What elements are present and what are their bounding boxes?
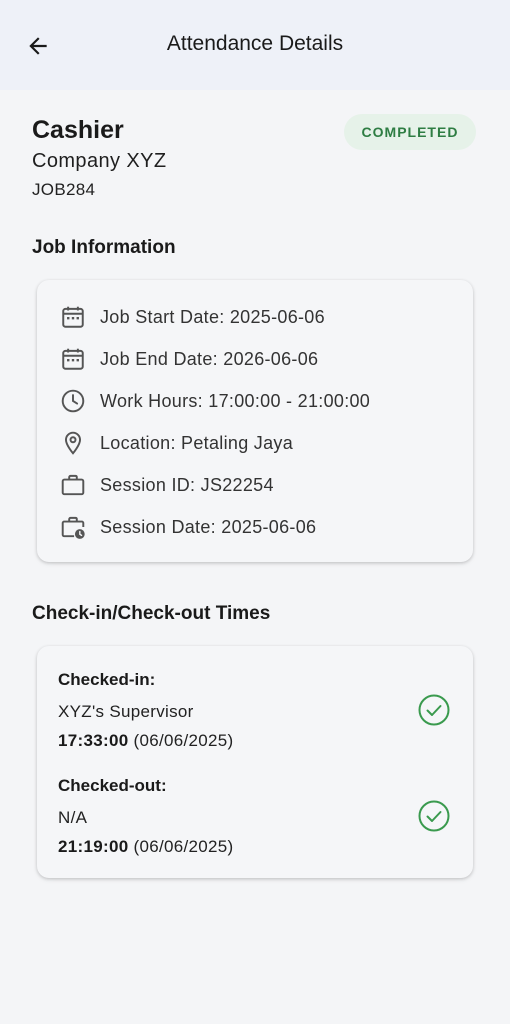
checked-out-date: (06/06/2025) <box>133 837 234 856</box>
work-hours-row: Work Hours: 17:00:00 - 21:00:00 <box>59 385 370 417</box>
calendar-icon <box>59 345 87 373</box>
job-start-date-row: Job Start Date: 2025-06-06 <box>59 301 325 333</box>
session-id-row: Session ID: JS22254 <box>59 469 274 501</box>
location-row: Location: Petaling Jaya <box>59 427 293 459</box>
session-id-text: Session ID: JS22254 <box>100 474 274 495</box>
checked-out-by: N/A <box>58 808 88 827</box>
checked-in-label: Checked-in: <box>58 670 156 689</box>
check-circle-icon <box>418 694 450 726</box>
job-end-date-row: Job End Date: 2026-06-06 <box>59 343 318 375</box>
work-hours-text: Work Hours: 17:00:00 - 21:00:00 <box>100 390 371 411</box>
session-date-text: Session Date: 2025-06-06 <box>100 516 317 537</box>
check-times-card: Checked-in: XYZ's Supervisor 17:33:00 (0… <box>37 646 473 878</box>
checked-in-time-value: 17:33:00 <box>58 731 129 750</box>
job-information-heading: Job Information <box>32 237 176 258</box>
location-pin-icon <box>59 429 87 457</box>
job-information-card: Job Start Date: 2025-06-06 Job End Date:… <box>37 280 473 562</box>
job-code: JOB284 <box>32 180 96 199</box>
checked-out-time: 21:19:00 (06/06/2025) <box>58 837 234 857</box>
company-name: Company XYZ <box>32 150 167 172</box>
briefcase-clock-icon <box>59 513 87 541</box>
checked-in-by: XYZ's Supervisor <box>58 702 194 721</box>
page-title: Attendance Details <box>166 32 344 55</box>
job-title: Cashier <box>32 116 124 144</box>
checked-out-label: Checked-out: <box>58 776 167 795</box>
briefcase-icon <box>59 471 87 499</box>
check-circle-icon <box>418 800 450 832</box>
job-end-date-text: Job End Date: 2026-06-06 <box>100 348 319 369</box>
app-bar: Attendance Details <box>0 0 510 90</box>
check-times-heading: Check-in/Check-out Times <box>32 603 271 624</box>
status-badge: COMPLETED <box>344 114 476 150</box>
calendar-icon <box>59 303 87 331</box>
clock-icon <box>59 387 87 415</box>
session-date-row: Session Date: 2025-06-06 <box>59 511 316 543</box>
location-text: Location: Petaling Jaya <box>100 432 294 453</box>
checked-in-time: 17:33:00 (06/06/2025) <box>58 731 234 751</box>
job-start-date-text: Job Start Date: 2025-06-06 <box>100 306 325 327</box>
checked-out-time-value: 21:19:00 <box>58 837 129 856</box>
checked-in-date: (06/06/2025) <box>133 731 234 750</box>
